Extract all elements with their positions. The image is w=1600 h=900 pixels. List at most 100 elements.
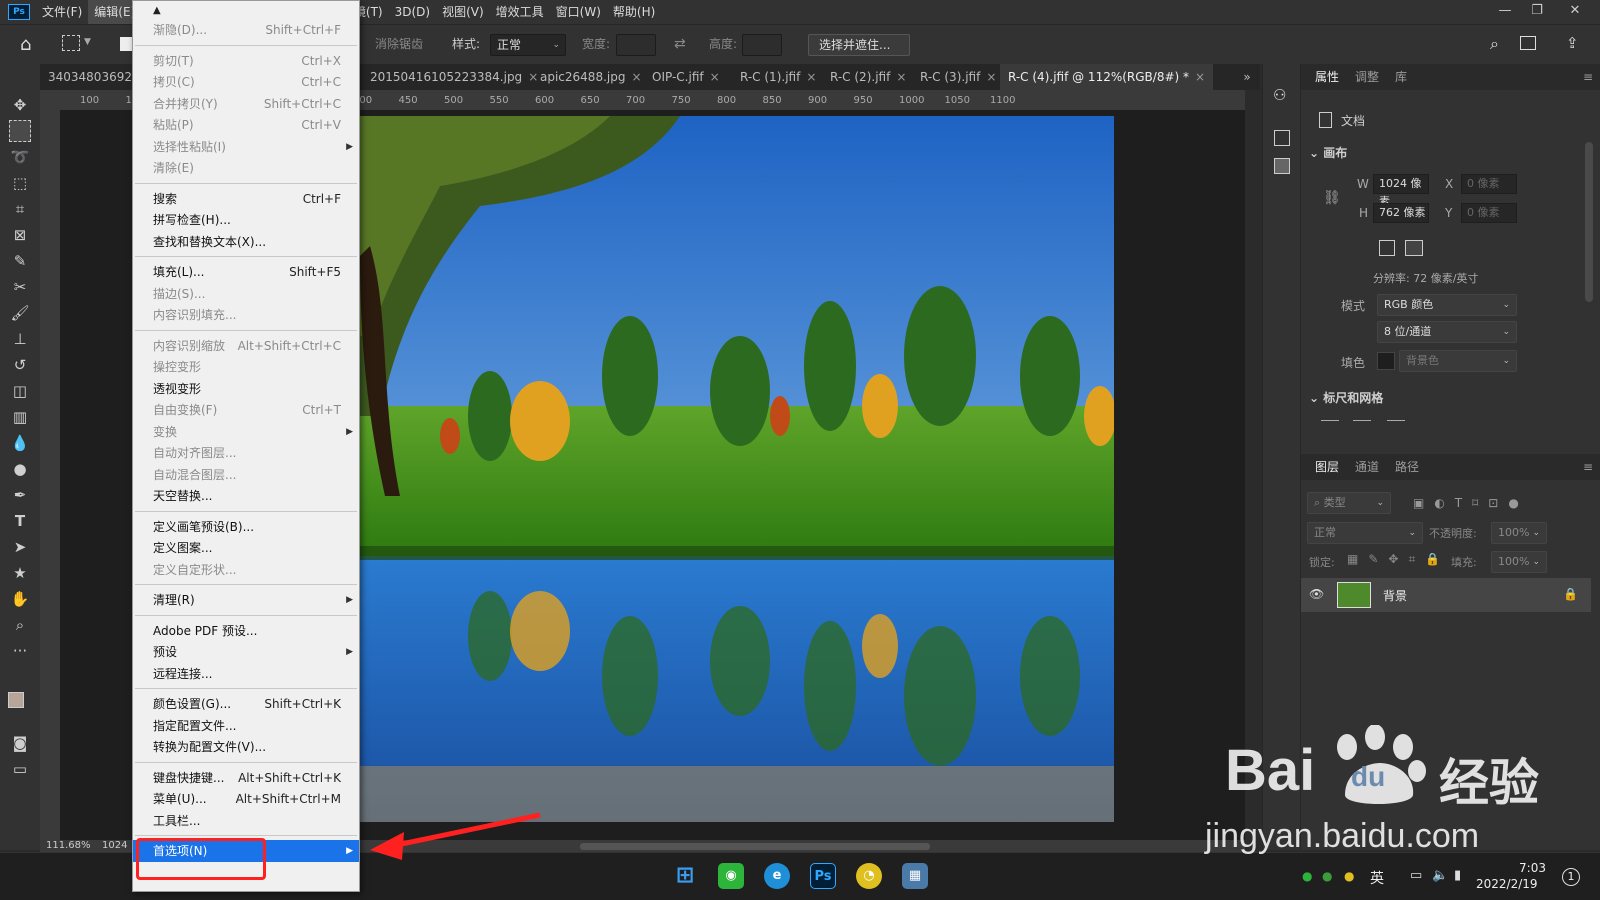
canvas-x-field[interactable]: 0 像素 — [1461, 174, 1517, 194]
healing-tool-icon[interactable]: ✂ — [9, 276, 31, 298]
tab-paths[interactable]: 路径 — [1395, 454, 1419, 480]
calculator-icon[interactable]: ▦ — [902, 863, 928, 889]
app-icon[interactable]: ◔ — [856, 863, 882, 889]
menu-item[interactable]: 远程连接... — [133, 663, 359, 685]
menu-item[interactable]: 视图(V) — [436, 0, 490, 24]
menu-item[interactable]: 帮助(H) — [607, 0, 661, 24]
menu-item[interactable]: 剪切(T) Ctrl+X — [133, 50, 359, 72]
menu-item[interactable]: 搜索 Ctrl+F — [133, 188, 359, 210]
menu-item[interactable]: 指定配置文件... — [133, 715, 359, 737]
menu-item[interactable]: 自动对齐图层... — [133, 442, 359, 464]
move-tool-icon[interactable]: ✥ — [9, 94, 31, 116]
swap-icon[interactable]: ⇄ — [674, 33, 686, 55]
mode-select[interactable]: RGB 颜色 ⌄ — [1377, 294, 1517, 316]
selection-mode-icon[interactable] — [120, 37, 132, 51]
clock-date[interactable]: 2022/2/19 — [1476, 877, 1538, 891]
menu-item[interactable]: 拼写检查(H)... — [133, 209, 359, 231]
menu-item[interactable]: 填充(L)... Shift+F5 — [133, 261, 359, 283]
close-tab-icon[interactable]: × — [806, 70, 816, 84]
portrait-icon[interactable] — [1379, 240, 1395, 256]
stamp-tool-icon[interactable]: ⊥ — [9, 328, 31, 350]
eyedropper-tool-icon[interactable]: ✎ — [9, 250, 31, 272]
type-tool-icon[interactable]: T — [9, 510, 31, 532]
menu-item[interactable]: 描边(S)... — [133, 283, 359, 305]
landscape-icon[interactable] — [1405, 240, 1423, 256]
menu-item[interactable]: 定义图案... — [133, 537, 359, 559]
layer-row[interactable]: 👁 背景 🔒 — [1301, 578, 1591, 612]
document-tab[interactable]: 20150416105223384.jpg × — [362, 64, 546, 90]
document-tab[interactable]: OIP-C.jfif × — [644, 64, 728, 90]
layer-filter-select[interactable]: ⌕ 类型 ⌄ — [1307, 492, 1391, 514]
tab-libraries[interactable]: 库 — [1395, 64, 1407, 90]
quick-mask-icon[interactable]: ◙ — [9, 732, 31, 754]
pen-tool-icon[interactable]: ✒ — [9, 484, 31, 506]
scroll-up-icon[interactable]: ▲ — [153, 5, 161, 16]
select-and-mask-button[interactable]: 选择并遮住... — [808, 34, 910, 56]
close-tab-icon[interactable]: × — [986, 70, 996, 84]
opacity-field[interactable]: 100% ⌄ — [1491, 522, 1547, 544]
photoshop-taskbar-icon[interactable]: Ps — [810, 863, 836, 889]
crop-tool-icon[interactable]: ⌗ — [9, 198, 31, 220]
menu-item[interactable]: 3D(D) — [389, 0, 436, 24]
layer-filter-icons[interactable]: ▣◐T⌑⊡● — [1413, 496, 1529, 510]
brush-tool-icon[interactable]: 🖌 — [9, 302, 31, 324]
windows-start-icon[interactable]: ⊞ — [672, 863, 698, 889]
wechat-icon[interactable]: ◉ — [718, 863, 744, 889]
menu-item[interactable]: 键盘快捷键... Alt+Shift+Ctrl+K — [133, 767, 359, 789]
minimize-icon[interactable]: — — [1490, 0, 1520, 22]
panel-menu-icon[interactable]: ≡ — [1583, 454, 1593, 480]
menu-item[interactable]: 天空替换... — [133, 485, 359, 507]
history-panel-icon[interactable] — [1274, 130, 1290, 146]
menu-item[interactable]: 透视变形 — [133, 378, 359, 400]
document-tab[interactable]: R-C (3).jfif × — [912, 64, 1004, 90]
document-tab[interactable]: apic26488.jpg × — [532, 64, 650, 90]
menu-item[interactable]: 内容识别缩放 Alt+Shift+Ctrl+C — [133, 335, 359, 357]
tab-channels[interactable]: 通道 — [1355, 454, 1379, 480]
hand-tool-icon[interactable]: ✋ — [9, 588, 31, 610]
display-icon[interactable]: ▭ — [1410, 868, 1422, 883]
height-input[interactable] — [742, 34, 782, 56]
dodge-tool-icon[interactable]: ● — [9, 458, 31, 480]
lasso-tool-icon[interactable]: ➰ — [9, 146, 31, 168]
menu-item[interactable]: 菜单(U)... Alt+Shift+Ctrl+M — [133, 788, 359, 810]
menu-item[interactable]: 操控变形 — [133, 356, 359, 378]
menu-item[interactable]: 清除(E) — [133, 157, 359, 179]
more-tools-icon[interactable]: ··· — [9, 640, 31, 662]
chevron-down-icon[interactable]: ▼ — [84, 37, 91, 47]
tray-app2-icon[interactable]: ● — [1344, 869, 1354, 883]
close-tab-icon[interactable]: × — [631, 70, 641, 84]
tab-properties[interactable]: 属性 — [1315, 64, 1339, 90]
volume-icon[interactable]: 🔈 — [1432, 868, 1448, 883]
tab-layers[interactable]: 图层 — [1315, 454, 1339, 480]
width-input[interactable] — [616, 34, 656, 56]
restore-icon[interactable]: ❐ — [1522, 0, 1552, 22]
canvas-height-field[interactable]: 762 像素 — [1373, 203, 1429, 223]
notes-panel-icon[interactable] — [1274, 158, 1290, 174]
edge-icon[interactable]: e — [764, 863, 790, 889]
eye-icon[interactable]: 👁 — [1309, 587, 1324, 601]
tray-wechat-icon[interactable]: ● — [1302, 869, 1312, 883]
canvas-y-field[interactable]: 0 像素 — [1461, 203, 1517, 223]
close-tab-icon[interactable]: × — [710, 70, 720, 84]
path-select-icon[interactable]: ➤ — [9, 536, 31, 558]
frame-tool-icon[interactable]: ⊠ — [9, 224, 31, 246]
panel-menu-icon[interactable]: ≡ — [1583, 64, 1593, 90]
learn-panel-icon[interactable]: ⚇ — [1273, 86, 1286, 104]
menu-item[interactable]: 转换为配置文件(V)... — [133, 736, 359, 758]
close-tab-icon[interactable]: × — [1195, 70, 1205, 84]
document-tab[interactable]: R-C (2).jfif × — [822, 64, 914, 90]
marquee-icon[interactable] — [62, 35, 80, 51]
search-icon[interactable]: ⌕ — [1490, 34, 1499, 54]
close-icon[interactable]: ✕ — [1560, 0, 1590, 22]
menu-item[interactable]: 选择性粘贴(I) ▶ — [133, 136, 359, 158]
share-icon[interactable]: ⇪ — [1566, 34, 1579, 52]
menu-item[interactable]: 窗口(W) — [550, 0, 607, 24]
canvas-section-header[interactable]: ⌄ 画布 — [1309, 144, 1347, 161]
document-tab[interactable]: R-C (4).jfif @ 112%(RGB/8#) * × — [1000, 64, 1214, 90]
more-tabs-icon[interactable]: » — [1234, 64, 1260, 90]
zoom-level[interactable]: 111.68% — [46, 840, 91, 851]
tab-adjustments[interactable]: 调整 — [1355, 64, 1379, 90]
menu-item[interactable]: 定义画笔预设(B)... — [133, 516, 359, 538]
menu-item[interactable]: 预设 ▶ — [133, 641, 359, 663]
workspace-icon[interactable] — [1520, 36, 1536, 50]
